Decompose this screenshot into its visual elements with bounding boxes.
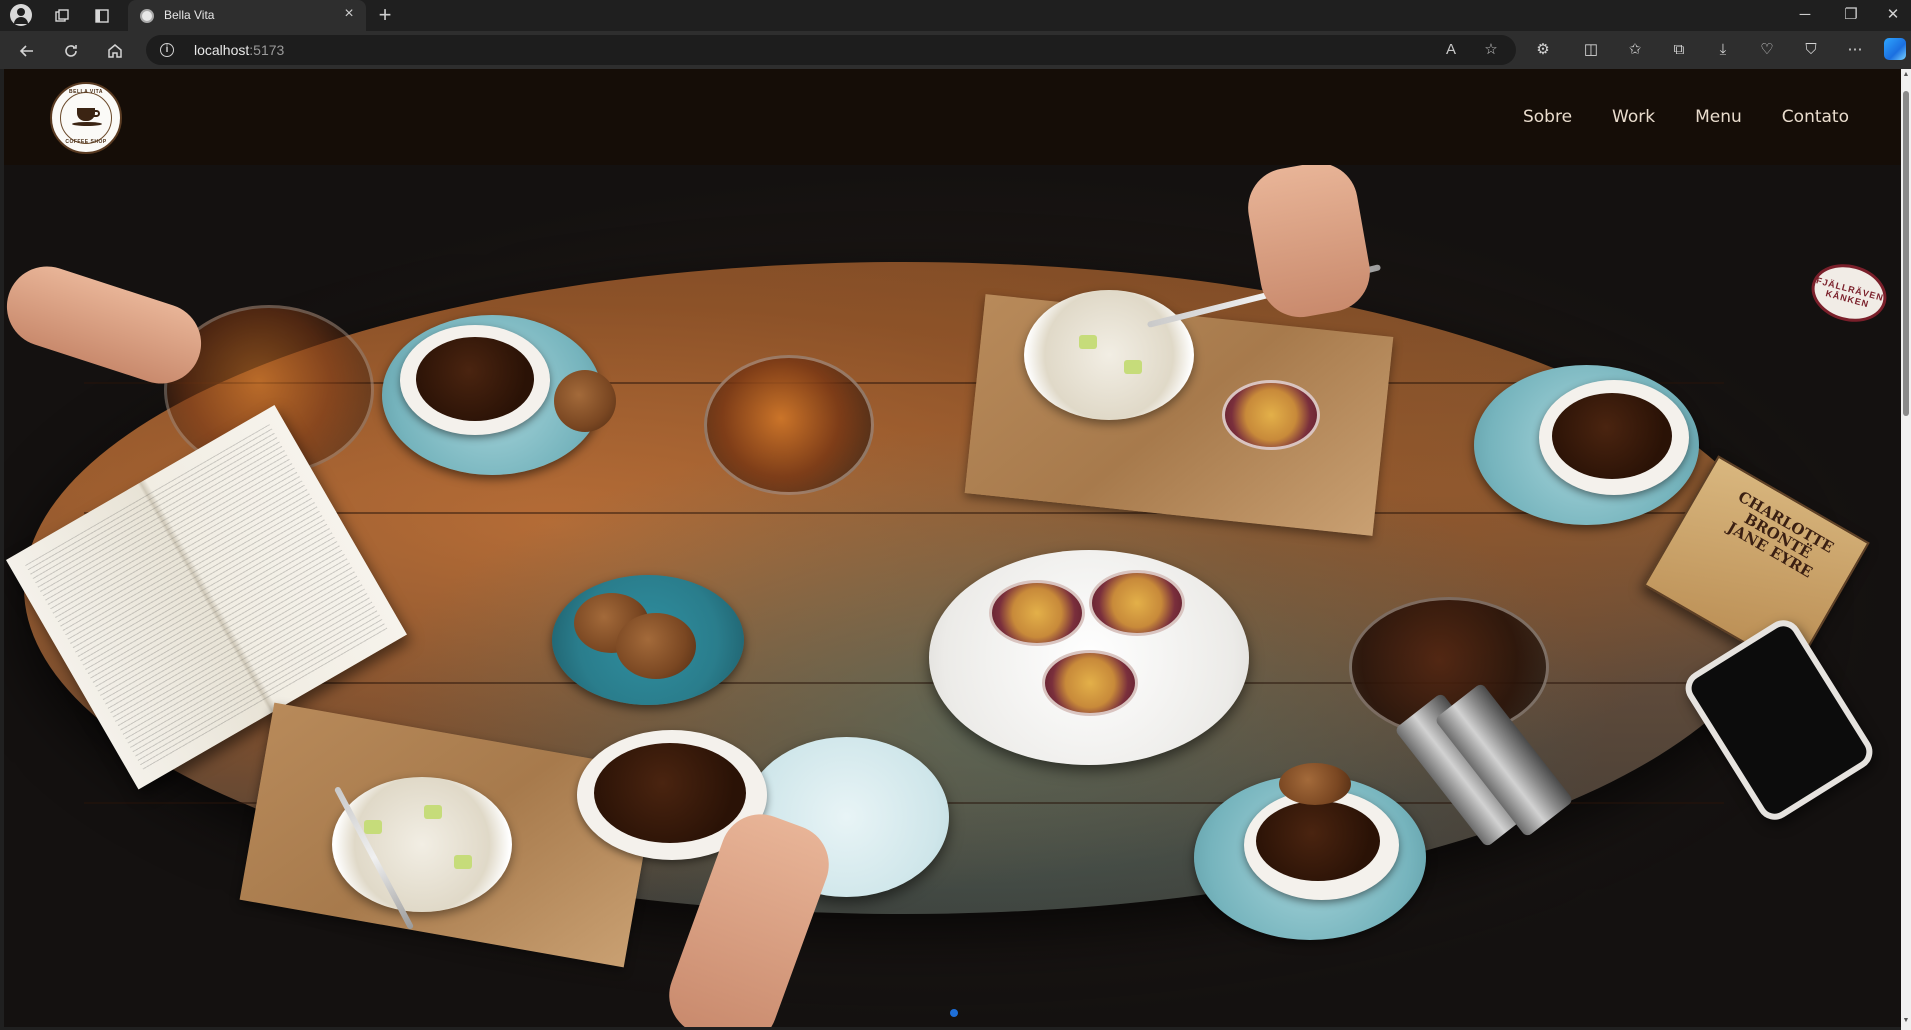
hero-carousel-slide: CHARLOTTE BRONTË JANE EYRE FJÄLLRÄVEN KÅ… bbox=[4, 156, 1901, 1027]
nav-link-sobre[interactable]: Sobre bbox=[1523, 107, 1572, 127]
sticker-text: FJÄLLRÄVEN KÅNKEN bbox=[1815, 275, 1885, 310]
puzzle-icon[interactable]: ⚙ bbox=[1532, 39, 1554, 61]
restore-button[interactable]: ❐ bbox=[1836, 4, 1866, 26]
star-icon[interactable]: ☆ bbox=[1480, 39, 1502, 61]
cookie bbox=[616, 613, 696, 679]
shield-icon[interactable]: ⛉ bbox=[1800, 39, 1822, 61]
brand-sticker: FJÄLLRÄVEN KÅNKEN bbox=[1805, 256, 1893, 330]
scroll-down-icon[interactable]: ▼ bbox=[1902, 1017, 1910, 1025]
main-nav: Sobre Work Menu Contato bbox=[1523, 69, 1849, 165]
download-icon[interactable]: ⤓ bbox=[1712, 39, 1734, 61]
new-tab-button[interactable]: + bbox=[374, 3, 396, 27]
address-bar[interactable]: i localhost:5173 A ☆ bbox=[146, 35, 1516, 65]
logo-top-text: BELLA VITA bbox=[69, 89, 103, 95]
nav-link-contato[interactable]: Contato bbox=[1782, 107, 1849, 127]
carousel-indicator-dot[interactable] bbox=[950, 1009, 958, 1017]
home-icon[interactable] bbox=[102, 38, 128, 64]
collections-icon[interactable]: ⧉ bbox=[1668, 39, 1690, 61]
passion-fruit bbox=[1042, 650, 1138, 716]
back-arrow-icon[interactable] bbox=[14, 38, 40, 64]
hand bbox=[4, 256, 212, 394]
passion-fruit bbox=[989, 580, 1085, 646]
copilot-icon[interactable] bbox=[1884, 38, 1906, 60]
close-window-button[interactable]: ✕ bbox=[1878, 4, 1908, 26]
scroll-up-icon[interactable]: ▲ bbox=[1902, 71, 1910, 79]
coffee bbox=[1552, 393, 1672, 479]
logo-bottom-text: COFFEE SHOP bbox=[65, 139, 107, 145]
saucer-icon bbox=[72, 122, 102, 126]
page-scrollbar[interactable]: ▲ ▼ bbox=[1901, 69, 1911, 1030]
fruit bbox=[424, 805, 442, 819]
more-icon[interactable]: ⋯ bbox=[1844, 39, 1866, 61]
vertical-tabs-icon[interactable] bbox=[92, 6, 112, 26]
coffee bbox=[1256, 801, 1380, 881]
profile-icon[interactable] bbox=[10, 4, 32, 26]
book-title: CHARLOTTE BRONTË JANE EYRE bbox=[1724, 487, 1837, 582]
favorites-icon[interactable]: ✩ bbox=[1624, 39, 1646, 61]
site-logo[interactable]: BELLA VITA COFFEE SHOP bbox=[50, 82, 122, 154]
site-info-icon[interactable]: i bbox=[160, 43, 174, 57]
fruit bbox=[454, 855, 472, 869]
passion-fruit bbox=[1222, 380, 1320, 450]
page-viewport: BELLA VITA COFFEE SHOP Sobre Work Menu C… bbox=[4, 69, 1901, 1027]
cookie bbox=[554, 370, 616, 432]
browser-tab-bar: Bella Vita × + ─ ❐ ✕ bbox=[0, 0, 1911, 31]
cookie bbox=[1279, 763, 1351, 805]
site-header: BELLA VITA COFFEE SHOP Sobre Work Menu C… bbox=[4, 69, 1901, 165]
passion-fruit bbox=[1089, 570, 1185, 636]
coffee bbox=[594, 743, 746, 843]
tab-close-icon[interactable]: × bbox=[340, 5, 358, 23]
url-text[interactable]: localhost:5173 bbox=[194, 42, 284, 58]
scroll-thumb[interactable] bbox=[1903, 91, 1909, 416]
heart-pulse-icon[interactable]: ♡ bbox=[1756, 39, 1778, 61]
fruit bbox=[1079, 335, 1097, 349]
browser-toolbar: i localhost:5173 A ☆ ⚙ ◫ ✩ ⧉ ⤓ ♡ ⛉ ⋯ bbox=[0, 31, 1911, 69]
coffee bbox=[416, 337, 534, 421]
fruit bbox=[364, 820, 382, 834]
tab-bella-vita[interactable]: Bella Vita × bbox=[128, 0, 366, 31]
nav-link-menu[interactable]: Menu bbox=[1695, 107, 1742, 127]
tab-title: Bella Vita bbox=[164, 8, 215, 22]
favicon-icon bbox=[140, 9, 154, 23]
read-aloud-icon[interactable]: A bbox=[1440, 39, 1462, 61]
split-screen-icon[interactable]: ◫ bbox=[1580, 39, 1602, 61]
yogurt-bowl bbox=[1024, 290, 1194, 420]
fruit bbox=[1124, 360, 1142, 374]
nav-link-work[interactable]: Work bbox=[1612, 107, 1655, 127]
minimize-button[interactable]: ─ bbox=[1790, 4, 1820, 26]
workspaces-icon[interactable] bbox=[52, 6, 72, 26]
reload-icon[interactable] bbox=[58, 38, 84, 64]
yogurt-bowl bbox=[332, 777, 512, 912]
honey-jar bbox=[704, 355, 874, 495]
